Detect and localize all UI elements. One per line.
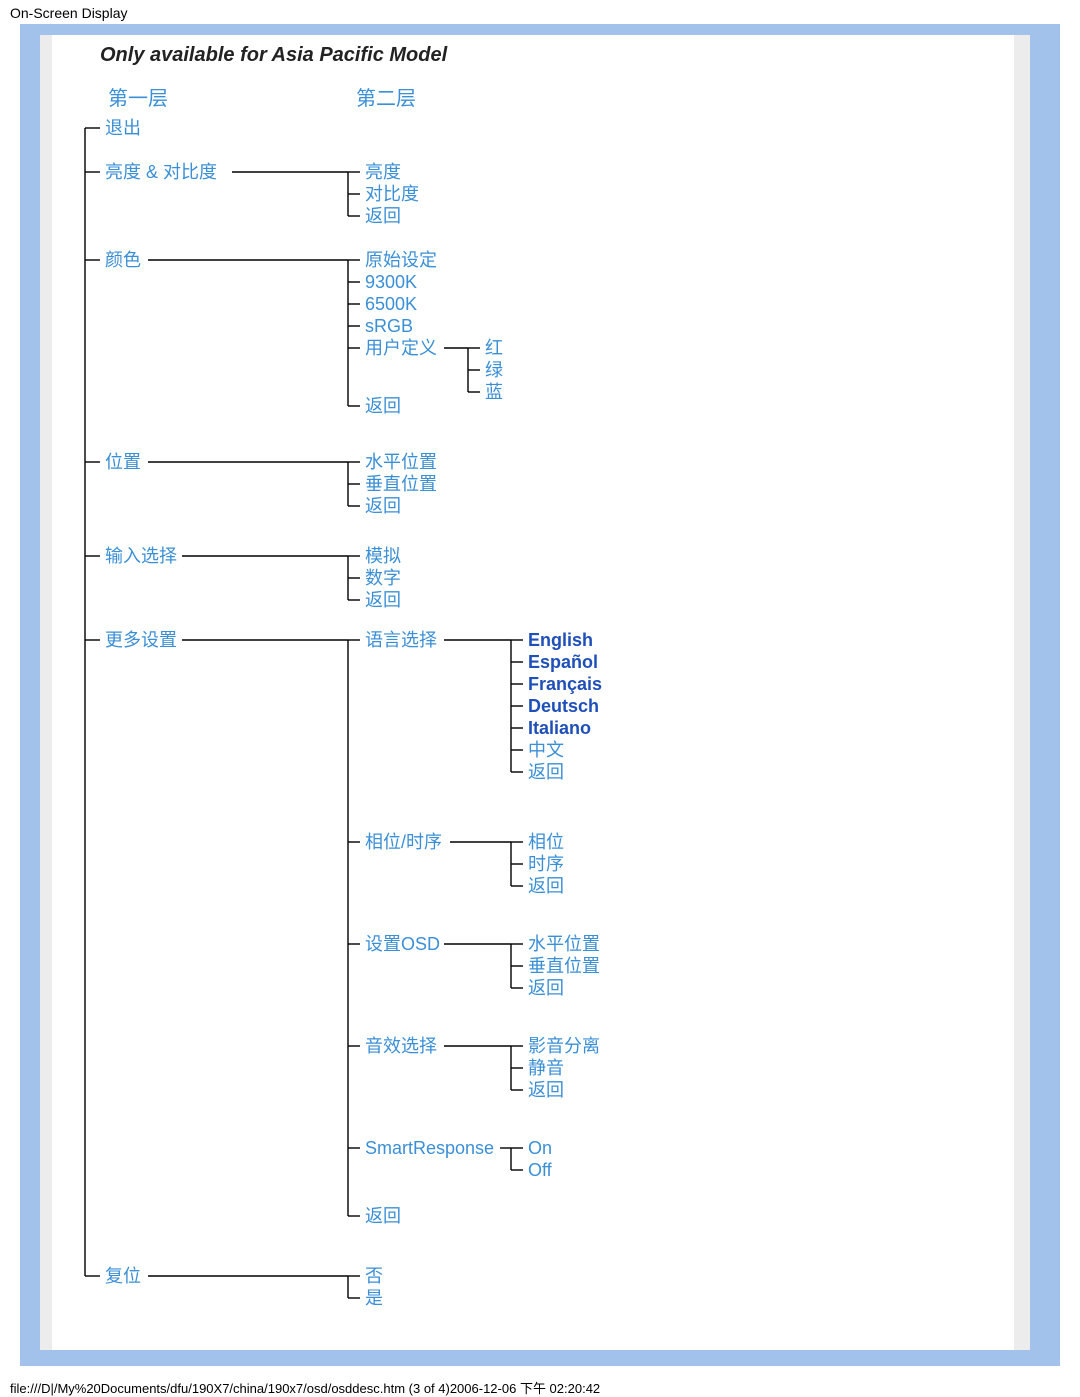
col2-yes: 是: [365, 1288, 383, 1308]
col2-srgb: sRGB: [365, 316, 413, 336]
col2-user: 用户定义: [365, 338, 437, 358]
col3-es: Español: [528, 652, 598, 672]
col3-return-lang: 返回: [528, 762, 564, 782]
page: On-Screen Display Only available for Asi…: [0, 0, 1080, 1397]
col2-no: 否: [365, 1266, 383, 1286]
col2-smart: SmartResponse: [365, 1138, 494, 1158]
col3-return-au: 返回: [528, 1080, 564, 1100]
tree-diagram: 退出 亮度 & 对比度 颜色 位置 输入选择 更多设置 复位 亮度 对比度 返回…: [0, 0, 1080, 1397]
col1-reset: 复位: [105, 1266, 141, 1286]
col2-k93: 9300K: [365, 272, 417, 292]
col3-clk: 时序: [528, 854, 564, 874]
col2-digital: 数字: [365, 568, 401, 588]
col3-sep: 影音分离: [528, 1036, 600, 1056]
col3-de: Deutsch: [528, 696, 599, 716]
col2-audio: 音效选择: [365, 1036, 437, 1056]
col1-exit: 退出: [105, 118, 141, 138]
col3-it: Italiano: [528, 718, 591, 738]
col3-b: 蓝: [485, 382, 503, 402]
col3-cn: 中文: [528, 740, 564, 760]
footer-path: file:///D|/My%20Documents/dfu/190X7/chin…: [10, 1378, 600, 1397]
col3-return-osd: 返回: [528, 978, 564, 998]
col2-k65: 6500K: [365, 294, 417, 314]
col2-vpos: 垂直位置: [365, 474, 437, 494]
col2-return5: 返回: [365, 1206, 401, 1226]
col2-hpos: 水平位置: [365, 452, 437, 472]
col1-more: 更多设置: [105, 630, 177, 650]
col2-osd: 设置OSD: [365, 934, 440, 954]
col2-orig: 原始设定: [365, 250, 437, 270]
col1-pos: 位置: [105, 452, 141, 472]
col2-contrast: 对比度: [365, 184, 419, 204]
col1-input: 输入选择: [105, 546, 177, 566]
col1-color: 颜色: [105, 250, 141, 270]
col2-return4: 返回: [365, 590, 401, 610]
col2-return3: 返回: [365, 496, 401, 516]
col2-analog: 模拟: [365, 546, 401, 566]
col3-off: Off: [528, 1160, 553, 1180]
col2-return1: 返回: [365, 206, 401, 226]
col3-hpos: 水平位置: [528, 934, 600, 954]
col3-return-ph: 返回: [528, 876, 564, 896]
col2-return2: 返回: [365, 396, 401, 416]
col2-phase: 相位/时序: [365, 832, 442, 852]
col3-vpos: 垂直位置: [528, 956, 600, 976]
col3-mute: 静音: [528, 1058, 564, 1078]
col3-on: On: [528, 1138, 552, 1158]
col3-g: 绿: [485, 360, 503, 380]
col3-en: English: [528, 630, 593, 650]
col3-fr: Français: [528, 674, 602, 694]
col3-ph: 相位: [528, 832, 564, 852]
col2-brightness: 亮度: [365, 162, 401, 182]
col3-r: 红: [485, 338, 503, 358]
col2-lang: 语言选择: [365, 630, 437, 650]
col1-bright: 亮度 & 对比度: [105, 162, 217, 182]
